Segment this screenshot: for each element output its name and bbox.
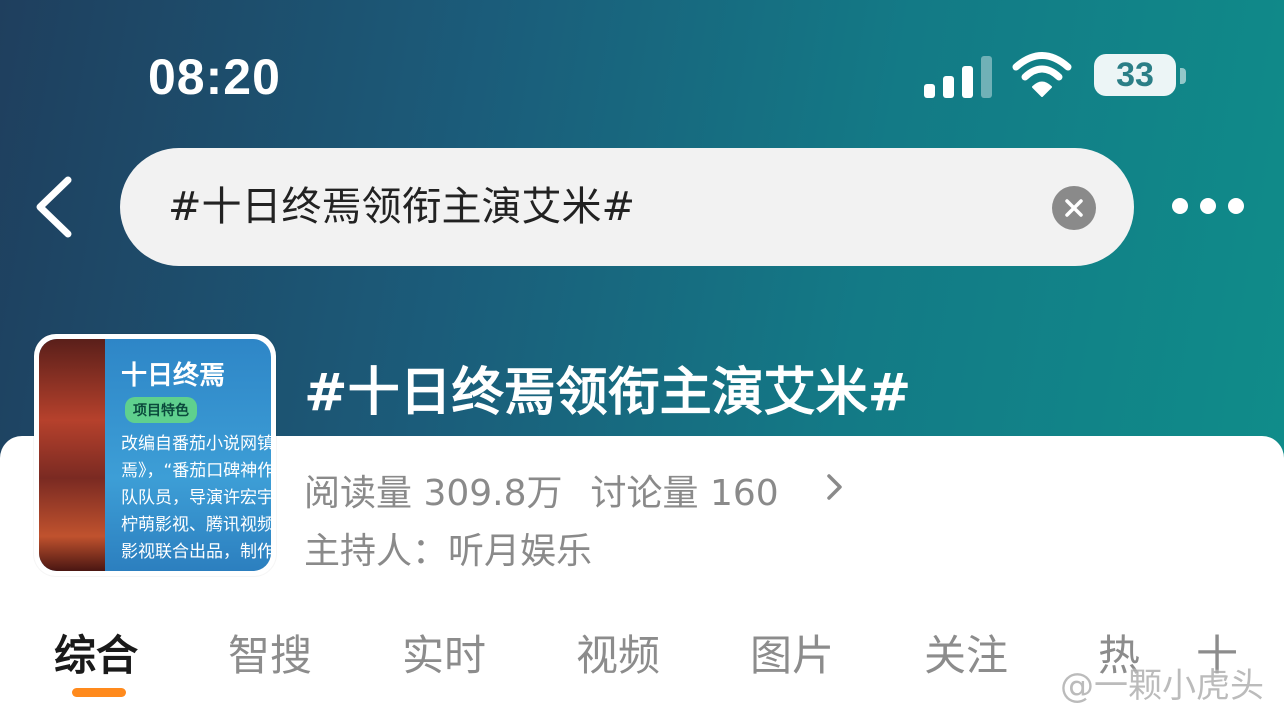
topic-title: #十日终焉领衔主演艾米# <box>304 363 912 423</box>
chevron-right-icon[interactable] <box>824 472 846 502</box>
search-bar[interactable]: #十日终焉领衔主演艾米# <box>120 148 1134 266</box>
cover-line: 改编自番茄小说网镇站 <box>121 434 271 454</box>
reads-label: 阅读量 <box>304 473 413 514</box>
cover-line: 队队员，导演许宏宇， <box>121 488 271 508</box>
back-arrow-icon[interactable] <box>30 174 78 240</box>
tab-following[interactable]: 关注 <box>924 622 1008 680</box>
cover-title: 十日终焉 <box>121 361 226 391</box>
discussion-stat: 讨论量 160 <box>591 464 779 516</box>
cover-artwork <box>39 339 105 571</box>
status-time: 08:20 <box>148 49 281 105</box>
battery-level: 33 <box>1116 55 1154 94</box>
active-tab-indicator <box>72 688 126 697</box>
discussion-value: 160 <box>710 473 779 514</box>
tab-smart-search[interactable]: 智搜 <box>228 622 312 680</box>
watermark: @一颗小虎头 <box>1060 666 1264 706</box>
cover-poster: 十日终焉 项目特色 改编自番茄小说网镇站 焉》，“番茄口碑神作 队队员，导演许宏… <box>39 339 271 571</box>
cover-tag: 项目特色 <box>125 397 197 423</box>
tab-images[interactable]: 图片 <box>750 622 834 680</box>
reads-value: 309.8万 <box>423 473 563 514</box>
more-dots-icon[interactable] <box>1172 198 1246 216</box>
battery-icon: 33 <box>1094 54 1176 96</box>
cover-description: 改编自番茄小说网镇站 焉》，“番茄口碑神作 队队员，导演许宏宇， 柠萌影视、腾讯… <box>121 431 271 566</box>
topic-stats[interactable]: 阅读量 309.8万 讨论量 160 <box>304 464 779 516</box>
tab-video[interactable]: 视频 <box>576 622 660 680</box>
search-input[interactable]: #十日终焉领衔主演艾米# <box>168 148 635 266</box>
screen: 08:20 33 #十日终焉领衔主演艾米# 十日终焉 项目特色 改编自番茄小说网… <box>0 0 1284 708</box>
wifi-icon <box>1012 52 1072 97</box>
topic-host[interactable]: 主持人：听月娱乐 <box>304 522 592 574</box>
discussion-label: 讨论量 <box>590 473 699 514</box>
tab-realtime[interactable]: 实时 <box>402 622 486 680</box>
battery-tip <box>1180 68 1186 84</box>
signal-icon <box>924 56 992 98</box>
tab-comprehensive[interactable]: 综合 <box>54 622 138 680</box>
cover-line: 焉》，“番茄口碑神作 <box>121 461 271 481</box>
topic-cover-image[interactable]: 十日终焉 项目特色 改编自番茄小说网镇站 焉》，“番茄口碑神作 队队员，导演许宏… <box>34 334 276 576</box>
cover-line: 柠萌影视、腾讯视频出 <box>121 515 271 535</box>
reads-stat: 阅读量 309.8万 <box>304 464 563 516</box>
clear-icon[interactable] <box>1052 186 1096 230</box>
cover-line: 影视联合出品，制作方 <box>121 542 271 562</box>
